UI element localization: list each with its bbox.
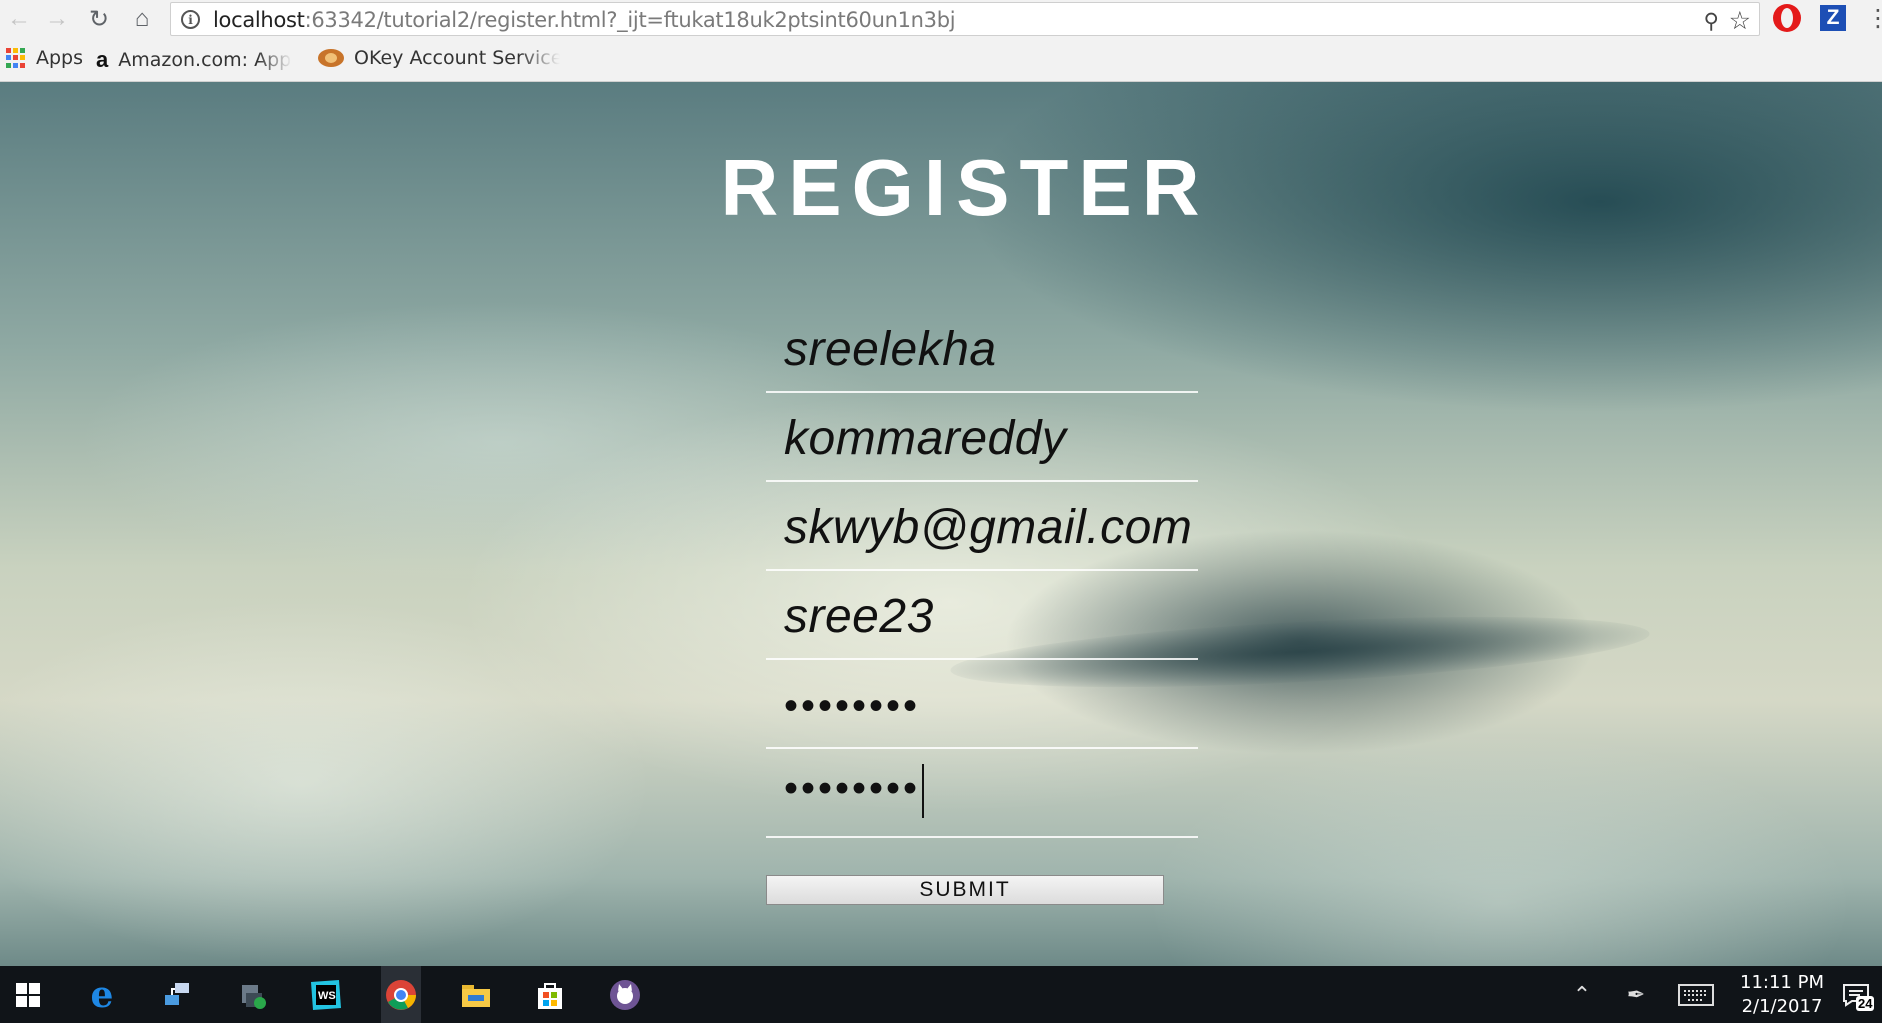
last-name-value: kommareddy <box>784 412 1067 465</box>
text-caret <box>922 764 925 818</box>
back-arrow-icon[interactable]: ← <box>4 4 34 34</box>
username-value: sree23 <box>784 590 934 643</box>
zoom-icon[interactable]: ⚲ <box>1704 9 1719 34</box>
bookmark-amazon[interactable]: a Amazon.com: Apple iP <box>96 47 292 73</box>
windows-start-icon[interactable] <box>8 975 48 1015</box>
register-form: sreelekha kommareddy skwyb@gmail.com sre… <box>766 304 1198 838</box>
url-path: :63342/tutorial2/register.html?_ijt=ftuk… <box>304 8 956 32</box>
home-icon[interactable]: ⌂ <box>127 4 157 34</box>
browser-toolbar: ← → ↻ ⌂ i localhost:63342/tutorial2/regi… <box>0 0 1882 37</box>
bookmarks-bar: Apps a Amazon.com: Apple iP OKey Account… <box>0 37 1882 82</box>
email-field[interactable]: skwyb@gmail.com <box>766 482 1198 571</box>
url-host: localhost <box>213 8 305 32</box>
bookmark-okey[interactable]: OKey Account Service <box>318 47 560 69</box>
z-extension-label: Z <box>1826 6 1840 29</box>
github-desktop-icon[interactable] <box>605 975 645 1015</box>
apps-grid-icon <box>6 48 26 68</box>
pen-workspace-icon[interactable]: ✒ <box>1616 975 1656 1015</box>
notification-count-badge: 24 <box>1856 996 1875 1011</box>
first-name-field[interactable]: sreelekha <box>766 304 1198 393</box>
reload-icon[interactable]: ↻ <box>84 4 114 34</box>
bookmark-label: OKey Account Service <box>354 47 560 69</box>
clock-date: 2/1/2017 <box>1741 996 1823 1017</box>
submit-button[interactable]: SUBMIT <box>766 875 1164 905</box>
tray-chevron-up-icon[interactable]: ⌃ <box>1562 975 1602 1015</box>
store-icon[interactable] <box>530 975 570 1015</box>
last-name-field[interactable]: kommareddy <box>766 393 1198 482</box>
vpn-lock-icon[interactable] <box>232 975 272 1015</box>
windows-taskbar: e WS ⌃ ✒ 11:11 PM 2/1/2017 24 <box>0 966 1882 1023</box>
svg-text:WS: WS <box>318 990 336 1002</box>
password-value: •••••••• <box>784 684 921 728</box>
z-extension-icon[interactable]: Z <box>1820 5 1846 31</box>
site-info-icon[interactable]: i <box>181 10 200 29</box>
edge-browser-icon[interactable]: e <box>82 974 122 1016</box>
start-logo <box>15 982 41 1008</box>
password-field[interactable]: •••••••• <box>766 660 1198 749</box>
bookmark-label: Amazon.com: Apple iP <box>118 49 292 71</box>
email-value: skwyb@gmail.com <box>784 501 1193 554</box>
opera-extension-icon[interactable] <box>1773 4 1801 32</box>
browser-menu-icon[interactable]: ⋮ <box>1866 4 1882 33</box>
page-viewport: REGISTER sreelekha kommareddy skwyb@gmai… <box>0 82 1882 966</box>
remote-desktop-icon[interactable] <box>157 975 197 1015</box>
page-title: REGISTER <box>720 143 1210 232</box>
chrome-taskbar-icon[interactable] <box>381 966 421 1023</box>
system-clock[interactable]: 11:11 PM 2/1/2017 <box>1740 971 1824 1019</box>
forward-arrow-icon[interactable]: → <box>42 4 72 34</box>
confirm-password-wrap: •••••••• <box>784 764 1198 818</box>
username-field[interactable]: sree23 <box>766 571 1198 660</box>
clock-time: 11:11 PM <box>1740 972 1824 993</box>
url-text[interactable]: localhost:63342/tutorial2/register.html?… <box>213 8 956 32</box>
okey-icon <box>318 49 344 67</box>
file-explorer-icon[interactable] <box>456 975 496 1015</box>
confirm-password-value: •••••••• <box>784 766 921 811</box>
touch-keyboard-icon[interactable] <box>1674 975 1718 1015</box>
confirm-password-field[interactable]: •••••••• <box>766 749 1198 838</box>
amazon-icon: a <box>96 47 109 72</box>
bookmark-apps[interactable]: Apps <box>6 47 83 69</box>
bookmark-star-icon[interactable]: ☆ <box>1729 6 1751 36</box>
first-name-value: sreelekha <box>784 323 997 376</box>
address-bar[interactable]: i localhost:63342/tutorial2/register.htm… <box>170 2 1760 36</box>
bookmark-label: Apps <box>36 47 84 69</box>
webstorm-icon[interactable]: WS <box>306 975 346 1015</box>
